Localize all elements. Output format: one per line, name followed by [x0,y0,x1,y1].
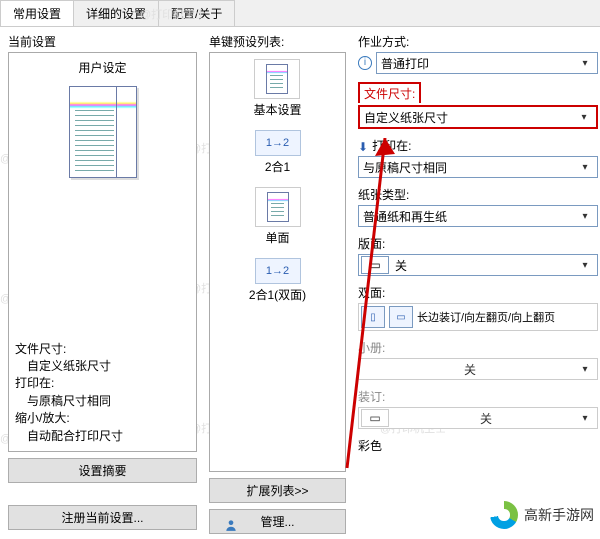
tab-common[interactable]: 常用设置 [0,0,74,26]
chevron-down-icon: ▾ [577,162,593,173]
duplex-icon-b: ▭ [389,306,413,328]
layout-label: 版面: [358,235,598,252]
filesize-label: 文件尺寸: [358,82,598,103]
preset-basic-icon [254,59,300,99]
info-filesize-value: 自定义纸张尺寸 [15,358,190,375]
binding-dropdown[interactable]: ▭ 关 ▾ [358,407,598,429]
preset-basic[interactable]: 基本设置 [253,59,301,118]
info-printon-label: 打印在: [15,375,190,392]
duplex-dropdown[interactable]: ▯ ▭ 长边装订/向左翻页/向上翻页 [358,303,598,331]
preset-single[interactable]: 单面 [255,187,301,246]
chevron-down-icon: ▾ [576,112,592,123]
papertype-value: 普通纸和再生纸 [363,208,577,225]
booklet-label: 小册: [358,339,598,356]
info-filesize-label: 文件尺寸: [15,341,190,358]
preset-2in1-duplex-label: 2合1(双面) [249,286,306,303]
preset-2in1-icon: 1→2 [255,130,301,156]
layout-dropdown[interactable]: ▭ 关 ▾ [358,254,598,276]
printon-label: 打印在: [372,137,411,154]
printon-dropdown[interactable]: 与原稿尺寸相同 ▾ [358,156,598,178]
duplex-value: 长边装订/向左翻页/向上翻页 [417,309,595,325]
binding-icon: ▭ [361,409,389,427]
logo-text: 高新手游网 [524,505,594,525]
preset-single-icon [255,187,301,227]
info-icon[interactable]: i [358,56,372,70]
layout-value: 关 [395,257,577,274]
booklet-dropdown[interactable]: 关 ▾ [358,358,598,380]
chevron-down-icon: ▾ [577,211,593,222]
preset-single-label: 单面 [265,229,289,246]
filesize-dropdown[interactable]: 自定义纸张尺寸 ▾ [358,105,598,129]
chevron-down-icon: ▾ [577,364,593,375]
person-icon [224,518,238,532]
booklet-value: 关 [363,361,577,378]
filesize-value: 自定义纸张尺寸 [364,109,576,126]
register-button[interactable]: 注册当前设置... [8,505,197,530]
summary-button[interactable]: 设置摘要 [8,458,197,483]
down-arrow-icon: ⬇ [358,140,368,154]
preset-2in1-label: 2合1 [265,158,290,175]
chevron-down-icon: ▾ [577,58,593,69]
jobtype-label: 作业方式: [358,33,598,50]
duplex-label: 双面: [358,284,598,301]
logo-icon [490,501,518,529]
printon-value: 与原稿尺寸相同 [363,159,577,176]
jobtype-dropdown[interactable]: 普通打印 ▾ [376,52,598,74]
jobtype-value: 普通打印 [381,55,577,72]
site-logo: 高新手游网 [490,501,594,529]
chevron-down-icon: ▾ [577,260,593,271]
expand-list-button[interactable]: 扩展列表>> [209,478,346,503]
preset-2in1-duplex[interactable]: 1→2 2合1(双面) [249,258,306,303]
settings-info: 文件尺寸: 自定义纸张尺寸 打印在: 与原稿尺寸相同 缩小/放大: 自动配合打印… [15,341,190,445]
layout-icon: ▭ [361,256,389,274]
current-settings-label: 当前设置 [8,33,197,50]
papertype-label: 纸张类型: [358,186,598,203]
current-settings-box: 用户设定 文件尺寸: 自定义纸张尺寸 打印在: 与原稿尺寸相同 缩小/放大: 自… [8,52,197,452]
preset-list-box: 基本设置 1→2 2合1 单面 1→2 2合1(双面) [209,52,346,472]
user-setting-title: 用户设定 [15,59,190,76]
papertype-dropdown[interactable]: 普通纸和再生纸 ▾ [358,205,598,227]
tab-config[interactable]: 配置/关于 [158,0,235,26]
info-zoom-label: 缩小/放大: [15,410,190,427]
preset-2in1[interactable]: 1→2 2合1 [255,130,301,175]
info-printon-value: 与原稿尺寸相同 [15,393,190,410]
chevron-down-icon: ▾ [577,413,593,424]
duplex-icon-a: ▯ [361,306,385,328]
info-zoom-value: 自动配合打印尺寸 [15,428,190,445]
preset-basic-label: 基本设置 [253,101,301,118]
tab-bar: 常用设置 详细的设置 配置/关于 [0,0,600,27]
binding-value: 关 [395,410,577,427]
preset-2in1-duplex-icon: 1→2 [255,258,301,284]
color-label: 彩色 [358,437,598,454]
preset-list-label: 单键预设列表: [209,33,346,50]
binding-label: 装订: [358,388,598,405]
page-preview [69,86,137,178]
tab-detail[interactable]: 详细的设置 [73,0,159,26]
